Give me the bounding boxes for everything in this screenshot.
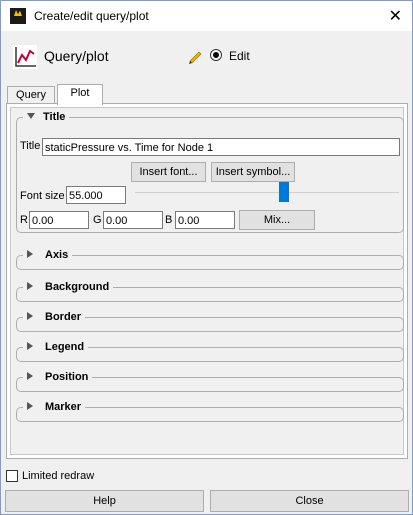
background-group-header[interactable]: Background <box>23 281 114 293</box>
marker-group-label: Marker <box>45 401 82 413</box>
border-group-header[interactable]: Border <box>23 311 86 323</box>
font-size-label: Font size <box>20 190 65 202</box>
axis-group: Axis <box>16 249 404 270</box>
triangle-down-icon <box>27 113 35 119</box>
position-group-label: Position <box>45 371 89 383</box>
page-title: Query/plot <box>44 48 109 64</box>
title-group-header[interactable]: Title <box>23 111 70 123</box>
insert-symbol-button[interactable]: Insert symbol... <box>211 162 295 182</box>
limited-redraw-checkbox[interactable] <box>6 470 18 482</box>
tab-query[interactable]: Query <box>7 86 55 104</box>
legend-group: Legend <box>16 341 404 362</box>
tab-plot[interactable]: Plot <box>57 84 103 105</box>
pencil-icon <box>189 51 202 64</box>
title-bar: Create/edit query/plot ✕ <box>1 1 412 31</box>
window-title: Create/edit query/plot <box>34 9 149 23</box>
font-size-input[interactable]: 55.000 <box>66 186 126 204</box>
background-group: Background <box>16 281 404 302</box>
marker-group: Marker <box>16 401 404 422</box>
g-input[interactable]: 0.00 <box>103 211 163 229</box>
limited-redraw-label: Limited redraw <box>22 470 95 482</box>
edit-label: Edit <box>229 49 250 63</box>
close-icon[interactable]: ✕ <box>389 6 402 26</box>
triangle-right-icon <box>27 312 33 320</box>
r-label: R <box>20 214 28 226</box>
axis-group-header[interactable]: Axis <box>23 249 73 261</box>
b-input[interactable]: 0.00 <box>175 211 235 229</box>
legend-group-label: Legend <box>45 341 85 353</box>
triangle-right-icon <box>27 372 33 380</box>
border-group: Border <box>16 311 404 332</box>
scroll-area: Title Title staticPressure vs. Time for … <box>10 107 404 455</box>
title-input[interactable]: staticPressure vs. Time for Node 1 <box>42 138 400 156</box>
border-group-label: Border <box>45 311 82 323</box>
insert-font-button[interactable]: Insert font... <box>131 162 206 182</box>
b-label: B <box>165 214 173 226</box>
close-button[interactable]: Close <box>210 490 409 512</box>
edit-radio[interactable] <box>210 49 222 61</box>
title-group: Title Title staticPressure vs. Time for … <box>16 111 404 233</box>
g-label: G <box>93 214 102 226</box>
position-group: Position <box>16 371 404 392</box>
axis-group-label: Axis <box>45 249 69 261</box>
mix-button[interactable]: Mix... <box>239 210 315 230</box>
app-icon <box>10 8 26 24</box>
title-group-label: Title <box>43 111 66 123</box>
triangle-right-icon <box>27 282 33 290</box>
font-size-slider-track[interactable] <box>135 192 399 193</box>
plot-icon <box>13 45 37 69</box>
triangle-right-icon <box>27 342 33 350</box>
triangle-right-icon <box>27 250 33 258</box>
title-label: Title <box>20 140 41 152</box>
dialog-window: Create/edit query/plot ✕ Query/plot Edit… <box>0 0 413 515</box>
plot-tab-panel: Title Title staticPressure vs. Time for … <box>6 103 408 459</box>
help-button[interactable]: Help <box>5 490 204 512</box>
legend-group-header[interactable]: Legend <box>23 341 89 353</box>
position-group-header[interactable]: Position <box>23 371 93 383</box>
triangle-right-icon <box>27 402 33 410</box>
font-size-slider-thumb[interactable] <box>279 182 289 202</box>
r-input[interactable]: 0.00 <box>29 211 89 229</box>
background-group-label: Background <box>45 281 110 293</box>
marker-group-header[interactable]: Marker <box>23 401 86 413</box>
